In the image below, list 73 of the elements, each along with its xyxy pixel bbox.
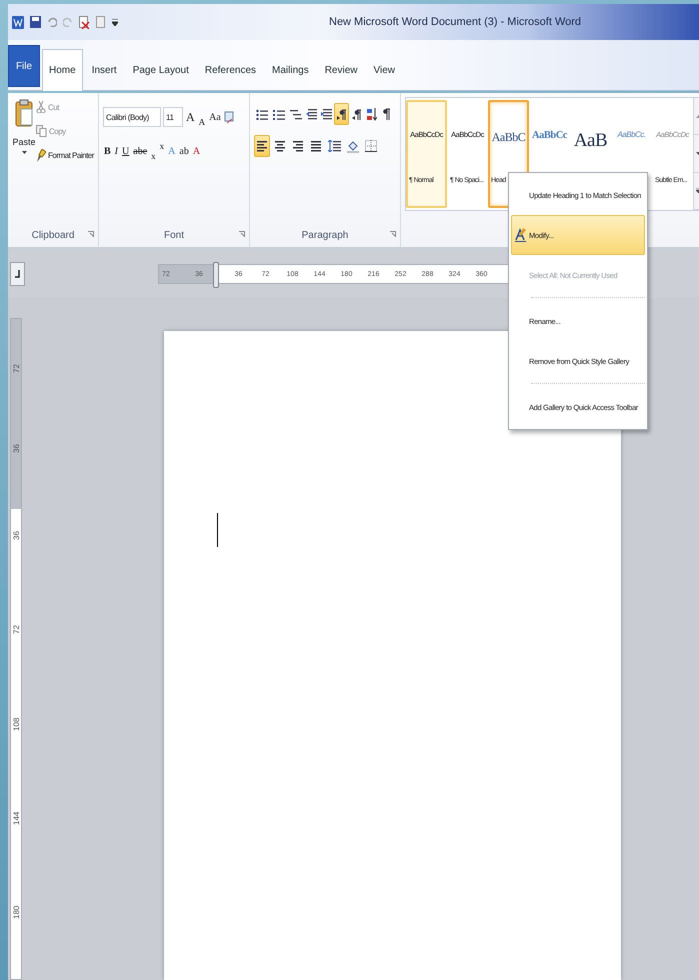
document-icon: [96, 16, 106, 28]
format-painter-button[interactable]: Format Painter: [36, 149, 94, 162]
caret-icon: [22, 151, 26, 154]
paint-bucket-icon: [347, 140, 359, 152]
border-grid-icon: [365, 140, 377, 152]
subscript-button[interactable]: x: [150, 141, 157, 161]
bold-button[interactable]: B: [103, 141, 112, 161]
font-name-field[interactable]: Calibri (Body): [103, 107, 161, 127]
paintbrush-icon: [36, 149, 46, 162]
clear-formatting-icon: [224, 110, 234, 124]
ribbon-tab[interactable]: View: [366, 49, 402, 91]
indent-icon: [321, 108, 332, 120]
shrink-font-button[interactable]: A: [198, 107, 206, 127]
undo-icon: [47, 17, 57, 27]
align-icon: [256, 140, 268, 152]
window-title: New Microsoft Word Document (3) - Microsoft Word: [329, 16, 582, 28]
tab-selector-button[interactable]: [10, 262, 25, 286]
pilcrow-arrow-icon: [352, 108, 362, 120]
sort-icon: [366, 108, 376, 120]
paste-button[interactable]: Paste: [12, 97, 36, 223]
copy-icon: [36, 125, 47, 137]
up-arrow-icon: [696, 114, 699, 118]
pilcrow-icon: [383, 108, 390, 120]
word-logo-icon: [12, 16, 24, 28]
change-case-button[interactable]: Aa: [208, 107, 222, 127]
strikethrough-button[interactable]: abe: [132, 141, 148, 161]
indent-marker[interactable]: [213, 262, 219, 288]
redo-icon: [63, 17, 73, 27]
ribbon-tab[interactable]: Mailings: [265, 49, 316, 91]
grow-font-button[interactable]: A: [185, 107, 196, 127]
delete-document-icon: [79, 16, 90, 28]
ruler-number: 144: [12, 810, 20, 827]
outdent-icon: [306, 108, 317, 120]
down-arrow-icon: [696, 152, 699, 155]
dialog-launcher-icon[interactable]: [239, 231, 245, 237]
ribbon-tab[interactable]: Page Layout: [126, 49, 196, 91]
group-label: Paragraph: [302, 230, 348, 240]
align-icon: [292, 140, 304, 152]
align-icon: [274, 140, 286, 152]
left-to-right-button[interactable]: [334, 103, 349, 125]
align-icon: [310, 140, 322, 152]
ribbon-tab[interactable]: Home: [42, 49, 83, 91]
underline-button[interactable]: U: [121, 141, 130, 161]
save-icon: [30, 16, 41, 28]
ribbon-tab[interactable]: References: [198, 49, 264, 91]
font-color-button[interactable]: A: [192, 141, 202, 161]
dialog-launcher-icon[interactable]: [390, 231, 396, 237]
dialog-launcher-icon[interactable]: [88, 231, 94, 237]
ruler-number: 36: [12, 530, 20, 542]
ruler-number: 36: [12, 443, 20, 456]
group-label: Font: [164, 230, 184, 240]
ruler-number: 180: [12, 904, 20, 921]
ribbon-tab[interactable]: Insert: [84, 49, 124, 91]
tab-stop-icon: [14, 270, 20, 278]
align-left-button[interactable]: [254, 135, 270, 157]
bullet-list-icon: [256, 108, 269, 120]
text-cursor: [217, 513, 218, 547]
italic-button[interactable]: I: [114, 141, 120, 161]
ruler-number: 72: [12, 364, 20, 376]
superscript-button[interactable]: x: [158, 141, 166, 161]
file-tab[interactable]: File: [8, 45, 40, 87]
ruler-number: 108: [12, 716, 20, 733]
customize-toolbar-icon: [112, 18, 118, 26]
highlight-button[interactable]: ab: [178, 141, 190, 161]
multilevel-list-icon: [290, 108, 302, 120]
ribbon-tab[interactable]: Review: [318, 49, 364, 91]
pilcrow-arrow-icon: [336, 108, 346, 120]
ruler-number: 72: [12, 624, 20, 636]
font-size-field[interactable]: 11: [163, 107, 183, 127]
scissors-icon: [36, 101, 46, 113]
numbered-list-icon: [273, 108, 286, 120]
line-spacing-icon: [328, 140, 341, 152]
group-label: Clipboard: [32, 230, 74, 240]
